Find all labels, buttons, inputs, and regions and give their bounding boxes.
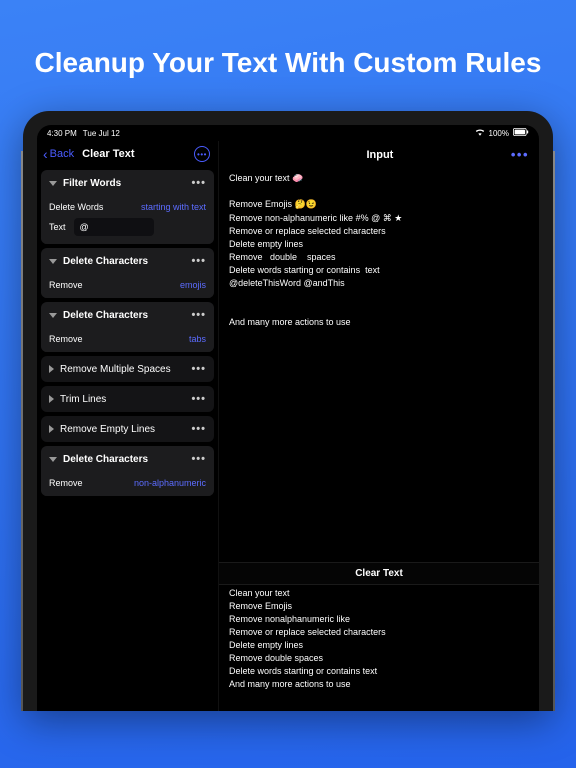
rule-title: Remove Empty Lines: [60, 424, 185, 435]
rule-title: Delete Characters: [63, 256, 185, 267]
rule-title: Filter Words: [63, 178, 185, 189]
wifi-icon: [475, 128, 485, 138]
rule-header[interactable]: Delete Characters •••: [41, 446, 214, 472]
rule-more-button[interactable]: •••: [191, 423, 206, 435]
ipad-frame: 4:30 PM Tue Jul 12 100% ‹ Back: [23, 111, 553, 711]
input-title: Input: [249, 149, 511, 161]
rule-card: Delete Characters ••• Remove tabs: [41, 302, 214, 352]
rule-title: Delete Characters: [63, 454, 185, 465]
rule-header[interactable]: Remove Empty Lines •••: [41, 416, 214, 442]
nav-bar: ‹ Back Clear Text •••: [37, 141, 218, 170]
rule-row-label: Remove: [49, 334, 83, 344]
status-date: Tue Jul 12: [83, 129, 120, 138]
status-battery: 100%: [489, 129, 509, 138]
back-button[interactable]: ‹ Back: [43, 147, 74, 161]
triangle-right-icon: [49, 425, 54, 433]
rule-header[interactable]: Trim Lines •••: [41, 386, 214, 412]
rule-row: Remove emojis: [49, 280, 206, 290]
rule-row: Remove tabs: [49, 334, 206, 344]
rule-card: Trim Lines •••: [41, 386, 214, 412]
promo-tagline: Cleanup Your Text With Custom Rules: [15, 45, 562, 81]
triangle-down-icon: [49, 457, 57, 462]
rule-title: Delete Characters: [63, 310, 185, 321]
status-time: 4:30 PM: [47, 129, 77, 138]
sidebar: ‹ Back Clear Text ••• Filter Words•••Del…: [37, 141, 219, 711]
nav-more-button[interactable]: •••: [194, 146, 210, 162]
triangle-down-icon: [49, 313, 57, 318]
rule-header[interactable]: Filter Words •••: [41, 170, 214, 196]
triangle-down-icon: [49, 259, 57, 264]
main-panel: Input ••• Clean your text 🧼 Remove Emoji…: [219, 141, 539, 711]
back-label: Back: [50, 148, 74, 160]
rule-card: Filter Words ••• Delete Words starting with…: [41, 170, 214, 244]
status-bar: 4:30 PM Tue Jul 12 100%: [37, 125, 539, 141]
rule-row-label: Remove: [49, 280, 83, 290]
input-text-area[interactable]: Clean your text 🧼 Remove Emojis 🤔😉 Remov…: [219, 170, 539, 562]
rule-card: Remove Multiple Spaces •••: [41, 356, 214, 382]
rule-row-value[interactable]: non-alphanumeric: [134, 478, 206, 488]
rule-row-value[interactable]: starting with text: [141, 202, 206, 212]
rule-more-button[interactable]: •••: [191, 393, 206, 405]
rule-title: Remove Multiple Spaces: [60, 364, 185, 375]
rule-body: Remove non-alphanumeric: [41, 472, 214, 496]
main-header: Input •••: [219, 141, 539, 170]
output-title: Clear Text: [219, 562, 539, 585]
rule-header[interactable]: Delete Characters •••: [41, 302, 214, 328]
input-more-button[interactable]: •••: [511, 147, 529, 162]
triangle-down-icon: [49, 181, 57, 186]
rule-row: Delete Words starting with text: [49, 202, 206, 212]
rule-more-button[interactable]: •••: [191, 177, 206, 189]
rule-header[interactable]: Delete Characters •••: [41, 248, 214, 274]
rule-row-label: Text: [49, 222, 66, 232]
rule-body: Remove tabs: [41, 328, 214, 352]
rule-card: Delete Characters ••• Remove non-alphanumer…: [41, 446, 214, 496]
screen: 4:30 PM Tue Jul 12 100% ‹ Back: [37, 125, 539, 711]
nav-title: Clear Text: [82, 148, 186, 160]
rule-more-button[interactable]: •••: [191, 255, 206, 267]
rule-row-value[interactable]: tabs: [189, 334, 206, 344]
rule-more-button[interactable]: •••: [191, 453, 206, 465]
rule-row-label: Remove: [49, 478, 83, 488]
rule-text-input[interactable]: [74, 218, 154, 236]
rule-body: Remove emojis: [41, 274, 214, 298]
chevron-left-icon: ‹: [43, 147, 48, 161]
rule-more-button[interactable]: •••: [191, 363, 206, 375]
rules-list: Filter Words ••• Delete Words starting with…: [37, 170, 218, 496]
rule-more-button[interactable]: •••: [191, 309, 206, 321]
battery-icon: [513, 128, 529, 138]
output-text-area: Clean your text Remove Emojis Remove non…: [219, 585, 539, 711]
rule-row: Remove non-alphanumeric: [49, 478, 206, 488]
triangle-right-icon: [49, 395, 54, 403]
rule-body: Delete Words starting with text Text: [41, 196, 214, 244]
rule-row: Text: [49, 218, 206, 236]
rule-header[interactable]: Remove Multiple Spaces •••: [41, 356, 214, 382]
rule-row-label: Delete Words: [49, 202, 103, 212]
triangle-right-icon: [49, 365, 54, 373]
rule-row-value[interactable]: emojis: [180, 280, 206, 290]
rule-title: Trim Lines: [60, 394, 185, 405]
rule-card: Remove Empty Lines •••: [41, 416, 214, 442]
rule-card: Delete Characters ••• Remove emojis: [41, 248, 214, 298]
